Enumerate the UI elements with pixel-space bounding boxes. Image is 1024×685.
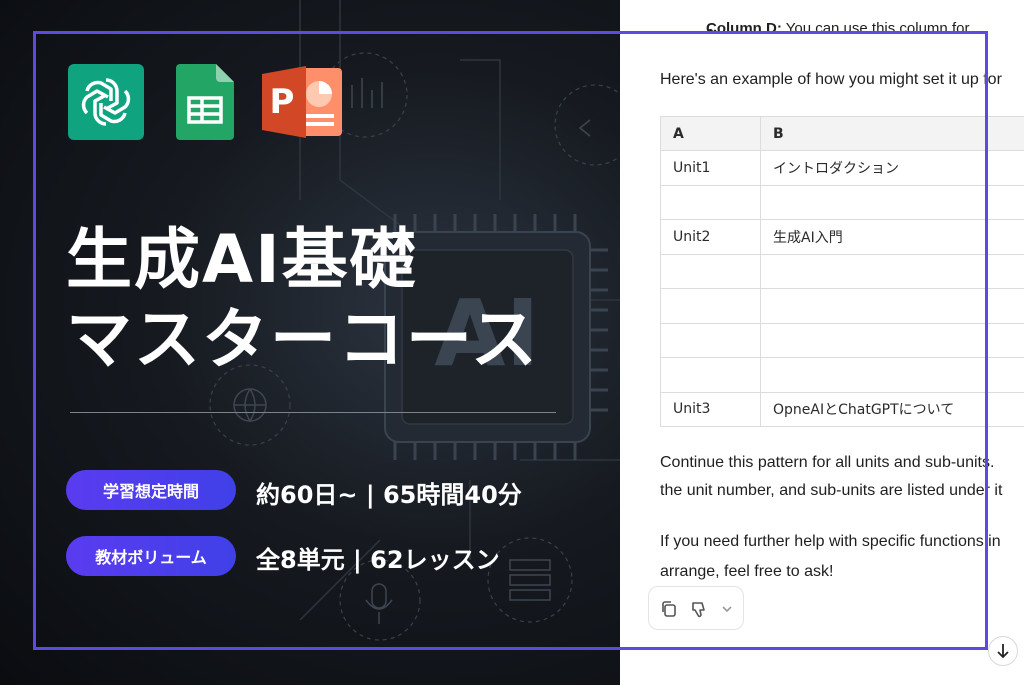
powerpoint-icon: P (262, 64, 344, 140)
study-time-badge: 学習想定時間 (66, 470, 236, 510)
table-cell (660, 288, 761, 324)
table-row (660, 253, 1024, 289)
table-cell (660, 253, 761, 289)
table-cell (760, 288, 1024, 324)
example-table: A B Unit1 イントロダクション Unit2 生成AI入門 Unit3 Opne… (660, 116, 1024, 427)
continue-text-line2: the unit number, and sub-units are liste… (660, 482, 1003, 499)
table-row (660, 357, 1024, 393)
divider (70, 412, 556, 413)
table-row: Unit1 イントロダクション (660, 150, 1024, 186)
study-time-value: 約60日~ | 65時間40分 (256, 481, 522, 509)
table-row (660, 184, 1024, 220)
google-sheets-icon (176, 64, 234, 140)
table-cell: 生成AI入門 (760, 219, 1024, 255)
bullet-text: You can use this column for (781, 20, 970, 37)
arrow-down-icon (997, 644, 1009, 659)
table-cell: Unit1 (660, 150, 761, 186)
table-cell: OpneAIとChatGPTについて (760, 391, 1024, 427)
thumbs-down-icon[interactable] (689, 599, 709, 619)
material-volume-value: 全8単元 | 62レッスン (256, 546, 500, 574)
chat-response-panel: Column D: You can use this column for He… (620, 0, 1024, 685)
table-cell (660, 322, 761, 358)
table-row (660, 288, 1024, 324)
bullet-bold: Column D: (706, 20, 782, 37)
column-header-b: B (760, 116, 1024, 151)
table-cell (660, 184, 761, 220)
table-row (660, 322, 1024, 358)
chatgpt-icon (68, 64, 144, 140)
table-cell (760, 253, 1024, 289)
table-header-row: A B (660, 116, 1024, 151)
bullet-item: Column D: You can use this column for (706, 20, 969, 37)
copy-icon[interactable] (659, 599, 679, 619)
help-text-line2: arrange, feel free to ask! (660, 563, 834, 580)
column-header-a: A (660, 116, 761, 151)
material-volume-badge: 教材ボリューム (66, 536, 236, 576)
intro-text: Here's an example of how you might set i… (660, 71, 1002, 88)
message-action-bar (648, 586, 744, 630)
chevron-down-icon[interactable] (717, 599, 737, 619)
table-cell: イントロダクション (760, 150, 1024, 186)
table-cell (760, 184, 1024, 220)
table-cell: Unit2 (660, 219, 761, 255)
course-banner: AI P 生成AI基礎 マスターコース 学習想定時間 約60日~ | 65時間4… (0, 0, 620, 685)
table-cell (760, 357, 1024, 393)
table-cell (760, 322, 1024, 358)
continue-text-line1: Continue this pattern for all units and … (660, 454, 995, 471)
table-cell (660, 357, 761, 393)
ppt-letter: P (270, 82, 295, 122)
help-text-line1: If you need further help with specific f… (660, 533, 1001, 550)
course-title-line2: マスターコース (66, 301, 539, 378)
scroll-down-button[interactable] (988, 636, 1018, 666)
table-row: Unit3 OpneAIとChatGPTについて (660, 391, 1024, 427)
table-row: Unit2 生成AI入門 (660, 219, 1024, 255)
table-cell: Unit3 (660, 391, 761, 427)
